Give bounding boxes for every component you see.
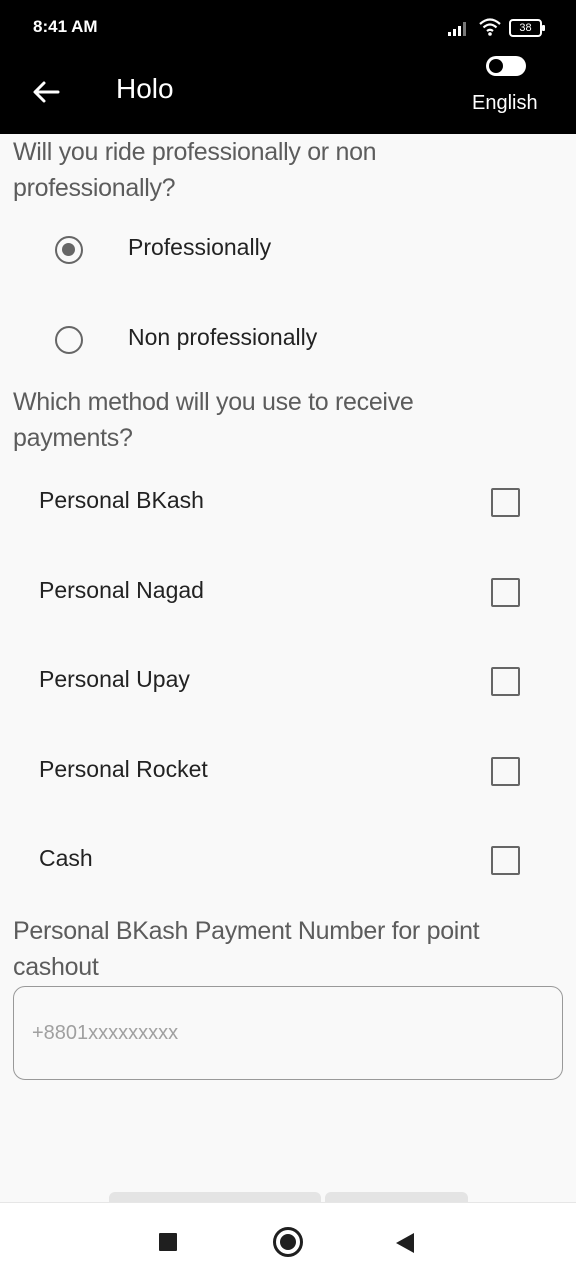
radio-professionally[interactable]: Professionally xyxy=(0,220,576,280)
primary-button-peek[interactable] xyxy=(109,1192,321,1202)
app-bar: Holo English xyxy=(0,56,576,134)
recent-apps-icon[interactable] xyxy=(159,1233,177,1251)
status-time: 8:41 AM xyxy=(33,17,98,36)
checkbox[interactable] xyxy=(491,578,520,607)
checkbox-label: Personal Nagad xyxy=(39,577,204,603)
bkash-number-input[interactable] xyxy=(13,986,563,1080)
language-label[interactable]: English xyxy=(472,92,538,115)
checkbox[interactable] xyxy=(491,488,520,517)
payment-question-label: Which method will you use to receive pay… xyxy=(13,388,414,452)
system-nav-bar xyxy=(0,1202,576,1280)
back-arrow-icon[interactable] xyxy=(28,74,64,110)
status-bar: 8:41 AM 38 xyxy=(0,0,576,56)
checkbox-row-nagad[interactable]: Personal Nagad xyxy=(0,563,576,623)
back-icon[interactable] xyxy=(396,1233,414,1253)
language-toggle-icon[interactable] xyxy=(486,56,526,76)
wifi-icon xyxy=(479,18,501,36)
checkbox-row-upay[interactable]: Personal Upay xyxy=(0,652,576,712)
checkbox-label: Personal Rocket xyxy=(39,756,208,782)
home-icon[interactable] xyxy=(273,1227,303,1257)
radio-button[interactable] xyxy=(55,326,83,354)
form-content[interactable]: Will you ride professionally or non prof… xyxy=(0,134,576,1202)
app-title: Holo xyxy=(116,73,174,104)
signal-icon xyxy=(448,22,466,36)
checkbox-label: Personal BKash xyxy=(39,487,204,513)
checkbox-row-rocket[interactable]: Personal Rocket xyxy=(0,742,576,802)
bkash-number-label: Personal BKash Payment Number for point … xyxy=(13,917,480,981)
checkbox-label: Cash xyxy=(39,845,93,871)
checkbox[interactable] xyxy=(491,846,520,875)
radio-button-checked[interactable] xyxy=(55,236,83,264)
battery-icon: 38 xyxy=(509,19,545,37)
ride-question-label: Will you ride professionally or non prof… xyxy=(13,138,377,202)
checkbox[interactable] xyxy=(491,757,520,786)
radio-label: Professionally xyxy=(128,234,272,260)
checkbox-row-cash[interactable]: Cash xyxy=(0,831,576,891)
secondary-button-peek[interactable] xyxy=(325,1192,468,1202)
checkbox[interactable] xyxy=(491,667,520,696)
radio-non-professionally[interactable]: Non professionally xyxy=(0,310,576,370)
checkbox-row-bkash[interactable]: Personal BKash xyxy=(0,473,576,533)
radio-label: Non professionally xyxy=(128,324,318,350)
battery-level: 38 xyxy=(519,22,532,34)
checkbox-label: Personal Upay xyxy=(39,666,190,692)
